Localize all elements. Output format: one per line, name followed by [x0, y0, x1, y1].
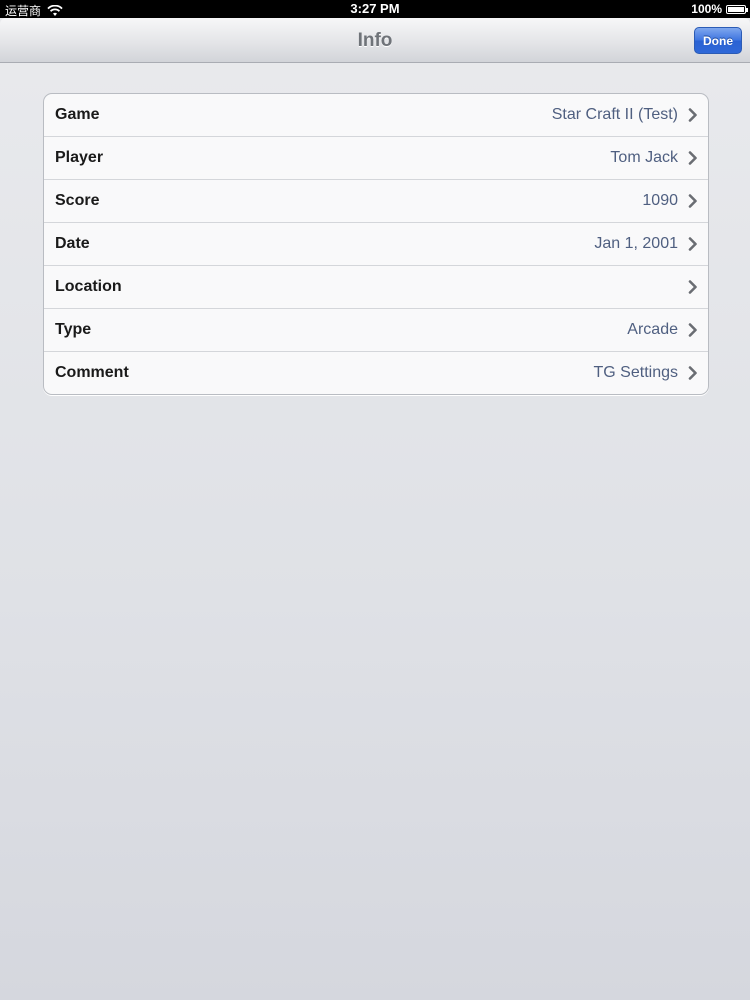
page-title: Info	[357, 30, 393, 51]
status-bar: 运营商 3:27 PM 100%	[0, 0, 750, 18]
row-label: Comment	[55, 364, 129, 381]
battery-fill	[728, 6, 744, 12]
chevron-right-icon	[688, 237, 698, 251]
table-row-type[interactable]: Type Arcade	[44, 309, 708, 352]
battery-percent: 100%	[691, 2, 722, 16]
info-table: Game Star Craft II (Test) Player Tom Jack Sc…	[43, 93, 709, 395]
row-value: Jan 1, 2001	[594, 235, 678, 252]
chevron-right-icon	[688, 108, 698, 122]
chevron-right-icon	[688, 194, 698, 208]
row-label: Type	[55, 321, 92, 338]
table-row-date[interactable]: Date Jan 1, 2001	[44, 223, 708, 266]
table-row-score[interactable]: Score 1090	[44, 180, 708, 223]
screen: 运营商 3:27 PM 100% Info Done Game Star Craf…	[0, 0, 750, 1000]
chevron-right-icon	[688, 323, 698, 337]
row-value: TG Settings	[593, 364, 678, 381]
status-time: 3:27 PM	[350, 1, 400, 16]
table-row-comment[interactable]: Comment TG Settings	[44, 352, 708, 394]
row-label: Game	[55, 106, 100, 123]
row-value: Tom Jack	[610, 149, 678, 166]
battery-icon	[726, 4, 748, 14]
table-row-player[interactable]: Player Tom Jack	[44, 137, 708, 180]
chevron-right-icon	[688, 280, 698, 294]
row-label: Player	[55, 149, 104, 166]
row-label: Location	[55, 278, 122, 295]
status-right: 100%	[691, 2, 748, 16]
table-row-location[interactable]: Location	[44, 266, 708, 309]
row-label: Date	[55, 235, 90, 252]
table-row-game[interactable]: Game Star Craft II (Test)	[44, 94, 708, 137]
done-button[interactable]: Done	[694, 27, 742, 54]
row-value: 1090	[642, 192, 678, 209]
chevron-right-icon	[688, 366, 698, 380]
row-value: Star Craft II (Test)	[551, 106, 678, 123]
row-label: Score	[55, 192, 100, 209]
navigation-bar: Info Done	[0, 18, 750, 63]
row-value: Arcade	[627, 321, 678, 338]
chevron-right-icon	[688, 151, 698, 165]
